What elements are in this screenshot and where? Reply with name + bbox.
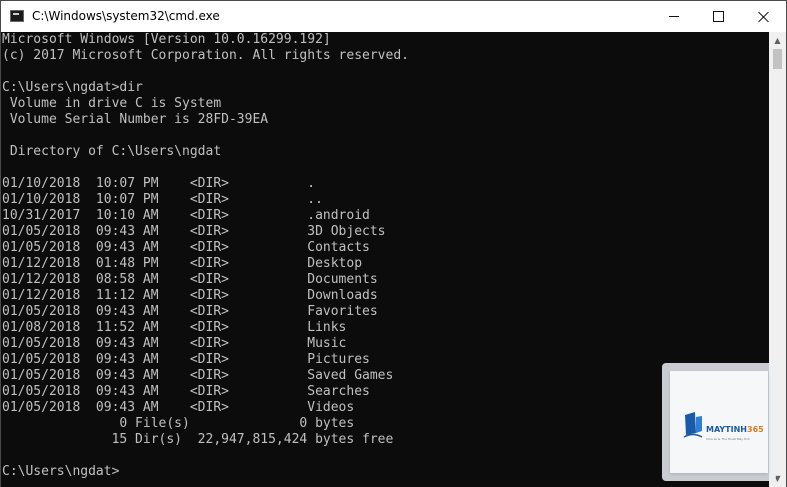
console-line: 01/12/2018 11:12 AM <DIR> Downloads (2, 288, 378, 303)
console-line: 01/12/2018 01:48 PM <DIR> Desktop (2, 256, 363, 271)
console-line: Volume in drive C is System (2, 96, 222, 111)
console-line: 01/05/2018 09:43 AM <DIR> Contacts (2, 240, 370, 255)
scrollbar-thumb[interactable] (773, 49, 782, 69)
console-line: 01/05/2018 09:43 AM <DIR> 3D Objects (2, 224, 386, 239)
console-line: 01/05/2018 09:43 AM <DIR> Saved Games (2, 368, 394, 383)
cmd-icon[interactable] (10, 10, 24, 22)
console-line: 01/08/2018 11:52 AM <DIR> Links (2, 320, 347, 335)
brand-logo-icon (683, 412, 703, 438)
title-bar[interactable]: C:\Windows\system32\cmd.exe (1, 1, 786, 32)
console-output[interactable]: Microsoft Windows [Version 10.0.16299.19… (1, 32, 769, 487)
console-line: Microsoft Windows [Version 10.0.16299.19… (2, 32, 331, 47)
console-line: 01/05/2018 09:43 AM <DIR> Music (2, 336, 347, 351)
maximize-icon (713, 11, 724, 22)
chevron-up-icon: ▲ (774, 36, 781, 45)
console-line: Directory of C:\Users\ngdat (2, 144, 222, 159)
watermark: MAYTINH365 Chia sẻ & Thủ thuật Máy tính (662, 363, 776, 481)
console-line: C:\Users\ngdat> (2, 464, 120, 479)
minimize-button[interactable] (651, 1, 696, 32)
console-line: 10/31/2017 10:10 AM <DIR> .android (2, 208, 370, 223)
console-line: 01/05/2018 09:43 AM <DIR> Searches (2, 384, 370, 399)
watermark-tagline: Chia sẻ & Thủ thuật Máy tính (706, 437, 750, 441)
console-line: 01/10/2018 10:07 PM <DIR> . (2, 176, 316, 191)
close-icon (758, 11, 770, 23)
watermark-brand: MAYTINH365 (706, 425, 764, 434)
minimize-icon (668, 16, 679, 17)
console-line: 01/12/2018 08:58 AM <DIR> Documents (2, 272, 378, 287)
console-line: 15 Dir(s) 22,947,815,424 bytes free (2, 432, 394, 447)
window-title: C:\Windows\system32\cmd.exe (32, 9, 220, 23)
console-line: C:\Users\ngdat>dir (2, 80, 143, 95)
maximize-button[interactable] (696, 1, 741, 32)
console-line: 01/05/2018 09:43 AM <DIR> Pictures (2, 352, 370, 367)
scroll-up-button[interactable]: ▲ (769, 32, 786, 49)
console-line: (c) 2017 Microsoft Corporation. All righ… (2, 48, 409, 63)
watermark-card: MAYTINH365 Chia sẻ & Thủ thuật Máy tính (670, 371, 768, 473)
console-line: 01/05/2018 09:43 AM <DIR> Videos (2, 400, 355, 415)
console-text: Microsoft Windows [Version 10.0.16299.19… (1, 32, 769, 480)
brand-main: MAYTINH (706, 425, 748, 434)
console-line: 0 File(s) 0 bytes (2, 416, 355, 431)
close-button[interactable] (741, 1, 786, 32)
brand-accent: 365 (747, 425, 764, 434)
console-line: 01/10/2018 10:07 PM <DIR> .. (2, 192, 323, 207)
console-line: Volume Serial Number is 28FD-39EA (2, 112, 269, 127)
console-line: 01/05/2018 09:43 AM <DIR> Favorites (2, 304, 378, 319)
